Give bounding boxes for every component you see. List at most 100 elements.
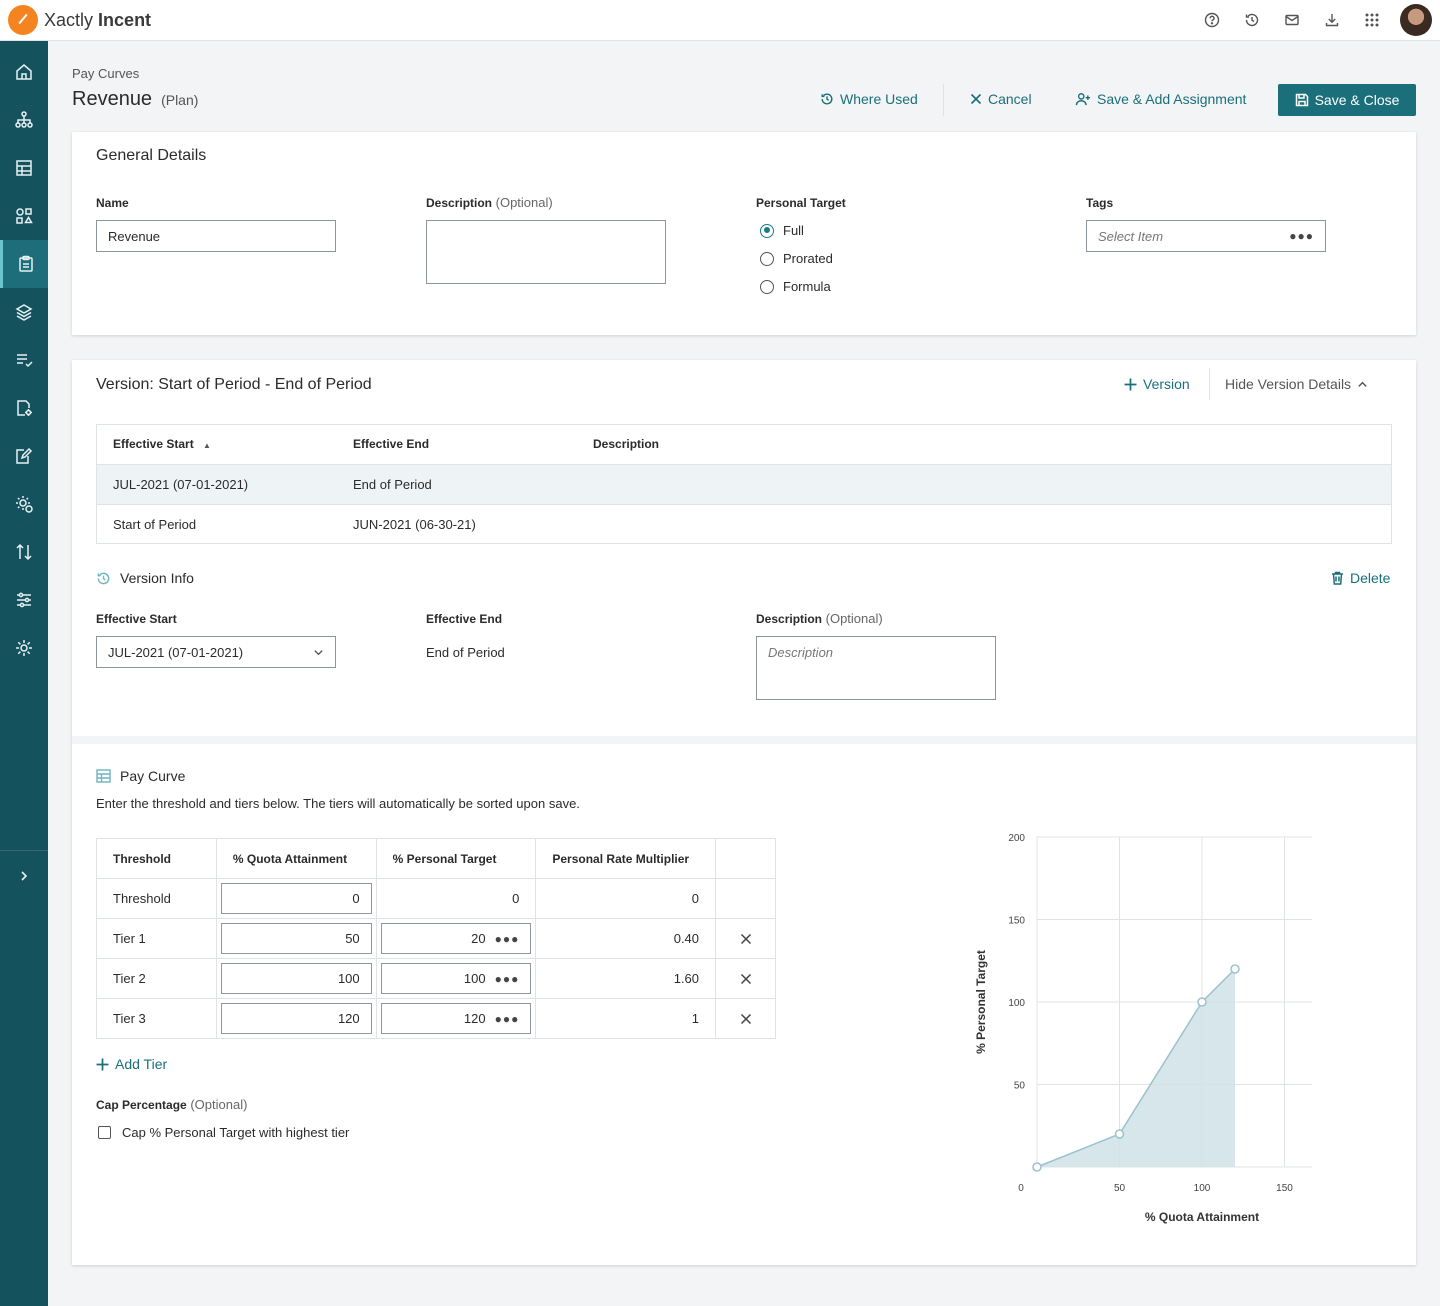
divider: [1209, 368, 1210, 400]
tags-select[interactable]: Select Item ●●●: [1086, 220, 1326, 252]
table-row[interactable]: Start of Period JUN-2021 (06-30-21): [97, 504, 1391, 544]
save-close-button[interactable]: Save & Close: [1278, 84, 1416, 116]
page-subtitle: (Plan): [161, 92, 198, 108]
breadcrumb[interactable]: Pay Curves: [72, 66, 139, 81]
help-icon[interactable]: [1192, 0, 1232, 40]
cancel-button[interactable]: Cancel: [970, 91, 1032, 107]
data-point: [1116, 1130, 1124, 1138]
optional-hint: (Optional): [190, 1097, 247, 1112]
where-used-button[interactable]: Where Used: [820, 91, 918, 107]
shapes-icon[interactable]: [0, 192, 48, 240]
sliders-icon[interactable]: [0, 576, 48, 624]
more-dots-icon[interactable]: ●●●: [495, 1012, 520, 1026]
add-tier-button[interactable]: Add Tier: [96, 1056, 167, 1072]
x-tick-label: 50: [1114, 1183, 1126, 1194]
home-icon[interactable]: [0, 48, 48, 96]
settings-gear-icon[interactable]: [0, 624, 48, 672]
quota-input[interactable]: 100: [221, 963, 372, 994]
quota-input[interactable]: 0: [221, 883, 372, 914]
radio-prorated[interactable]: Prorated: [760, 251, 833, 266]
table-grid-icon: [96, 769, 111, 783]
sort-ascending-icon: ▲: [203, 441, 211, 450]
column-header-description[interactable]: Description: [577, 424, 1391, 464]
general-details-card: General Details Name Revenue Description…: [72, 132, 1416, 335]
mail-icon[interactable]: [1272, 0, 1312, 40]
layers-icon[interactable]: [0, 288, 48, 336]
download-icon[interactable]: [1312, 0, 1352, 40]
cap-checkbox[interactable]: Cap % Personal Target with highest tier: [98, 1125, 349, 1140]
radio-unselected-icon: [760, 252, 774, 266]
more-dots-icon[interactable]: ●●●: [1289, 229, 1314, 243]
remove-tier-button[interactable]: [732, 933, 759, 945]
org-chart-icon[interactable]: [0, 96, 48, 144]
tags-placeholder: Select Item: [1098, 229, 1163, 244]
gear-clock-icon[interactable]: [0, 480, 48, 528]
optional-hint: (Optional): [496, 195, 553, 210]
multiplier-value: 0.40: [536, 919, 716, 959]
table-row: Tier 1 50 20●●● 0.40: [97, 919, 776, 959]
column-header-effective-end[interactable]: Effective End: [337, 424, 577, 464]
quota-input[interactable]: 120: [221, 1003, 372, 1034]
expand-chevron-icon[interactable]: [0, 852, 48, 900]
remove-tier-button[interactable]: [732, 973, 759, 985]
multiplier-value: 1.60: [536, 959, 716, 999]
effective-start-select[interactable]: JUL-2021 (07-01-2021): [96, 636, 336, 668]
close-icon: [740, 973, 752, 985]
target-input[interactable]: 100●●●: [381, 963, 532, 994]
chevron-down-icon: [313, 647, 324, 658]
more-dots-icon[interactable]: ●●●: [495, 972, 520, 986]
delete-button[interactable]: Delete: [1331, 570, 1390, 586]
checkbox-unchecked-icon: [98, 1126, 111, 1139]
data-point: [1231, 965, 1239, 973]
avatar[interactable]: [1400, 4, 1432, 36]
edit-document-icon[interactable]: [0, 432, 48, 480]
name-input[interactable]: Revenue: [96, 220, 336, 252]
pay-curve-instructions: Enter the threshold and tiers below. The…: [96, 796, 580, 811]
radio-unselected-icon: [760, 280, 774, 294]
multiplier-value: 0: [536, 879, 716, 919]
more-dots-icon[interactable]: ●●●: [495, 932, 520, 946]
save-add-assignment-button[interactable]: Save & Add Assignment: [1075, 91, 1246, 107]
y-tick-label: 200: [1008, 833, 1025, 844]
effective-start-label: Effective Start: [96, 612, 177, 626]
top-bar: Xactly Incent: [0, 0, 1440, 41]
radio-full[interactable]: Full: [760, 223, 804, 238]
brand-name: Xactly: [44, 10, 93, 30]
checklist-icon[interactable]: [0, 336, 48, 384]
column-header-rate-multiplier: Personal Rate Multiplier: [536, 839, 716, 879]
table-row[interactable]: JUL-2021 (07-01-2021) End of Period: [97, 464, 1391, 504]
add-version-button[interactable]: Version: [1124, 376, 1190, 392]
remove-tier-button[interactable]: [732, 1013, 759, 1025]
target-input[interactable]: 20●●●: [381, 923, 532, 954]
plus-icon: [96, 1058, 109, 1071]
personal-target-label: Personal Target: [756, 196, 846, 210]
quota-input[interactable]: 50: [221, 923, 372, 954]
close-icon: [740, 1013, 752, 1025]
y-tick-label: 50: [1014, 1081, 1026, 1092]
column-header-effective-start[interactable]: Effective Start ▲: [97, 424, 337, 464]
clipboard-icon[interactable]: [0, 240, 48, 288]
section-divider: [72, 736, 1416, 744]
version-description-textarea[interactable]: Description: [756, 636, 996, 700]
version-table: Effective Start ▲ Effective End Descript…: [97, 424, 1391, 544]
transfer-arrows-icon[interactable]: [0, 528, 48, 576]
description-label: Description: [426, 196, 492, 210]
y-tick-label: 150: [1008, 916, 1025, 927]
apps-grid-icon[interactable]: [1352, 0, 1392, 40]
effective-end-label: Effective End: [426, 612, 502, 626]
table-icon[interactable]: [0, 144, 48, 192]
history-icon[interactable]: [1232, 0, 1272, 40]
close-icon: [740, 933, 752, 945]
hide-version-details-button[interactable]: Hide Version Details: [1225, 376, 1368, 392]
description-textarea[interactable]: [426, 220, 666, 284]
xactly-logo-icon: [8, 5, 38, 35]
column-header-quota-attainment: % Quota Attainment: [216, 839, 376, 879]
y-tick-label: 100: [1008, 998, 1025, 1009]
trash-icon: [1331, 571, 1344, 585]
target-input[interactable]: 120●●●: [381, 1003, 532, 1034]
multiplier-value: 1: [536, 999, 716, 1039]
app-logo[interactable]: Xactly Incent: [8, 5, 151, 35]
document-settings-icon[interactable]: [0, 384, 48, 432]
radio-formula[interactable]: Formula: [760, 279, 831, 294]
version-card: Version: Start of Period - End of Period…: [72, 360, 1416, 1265]
